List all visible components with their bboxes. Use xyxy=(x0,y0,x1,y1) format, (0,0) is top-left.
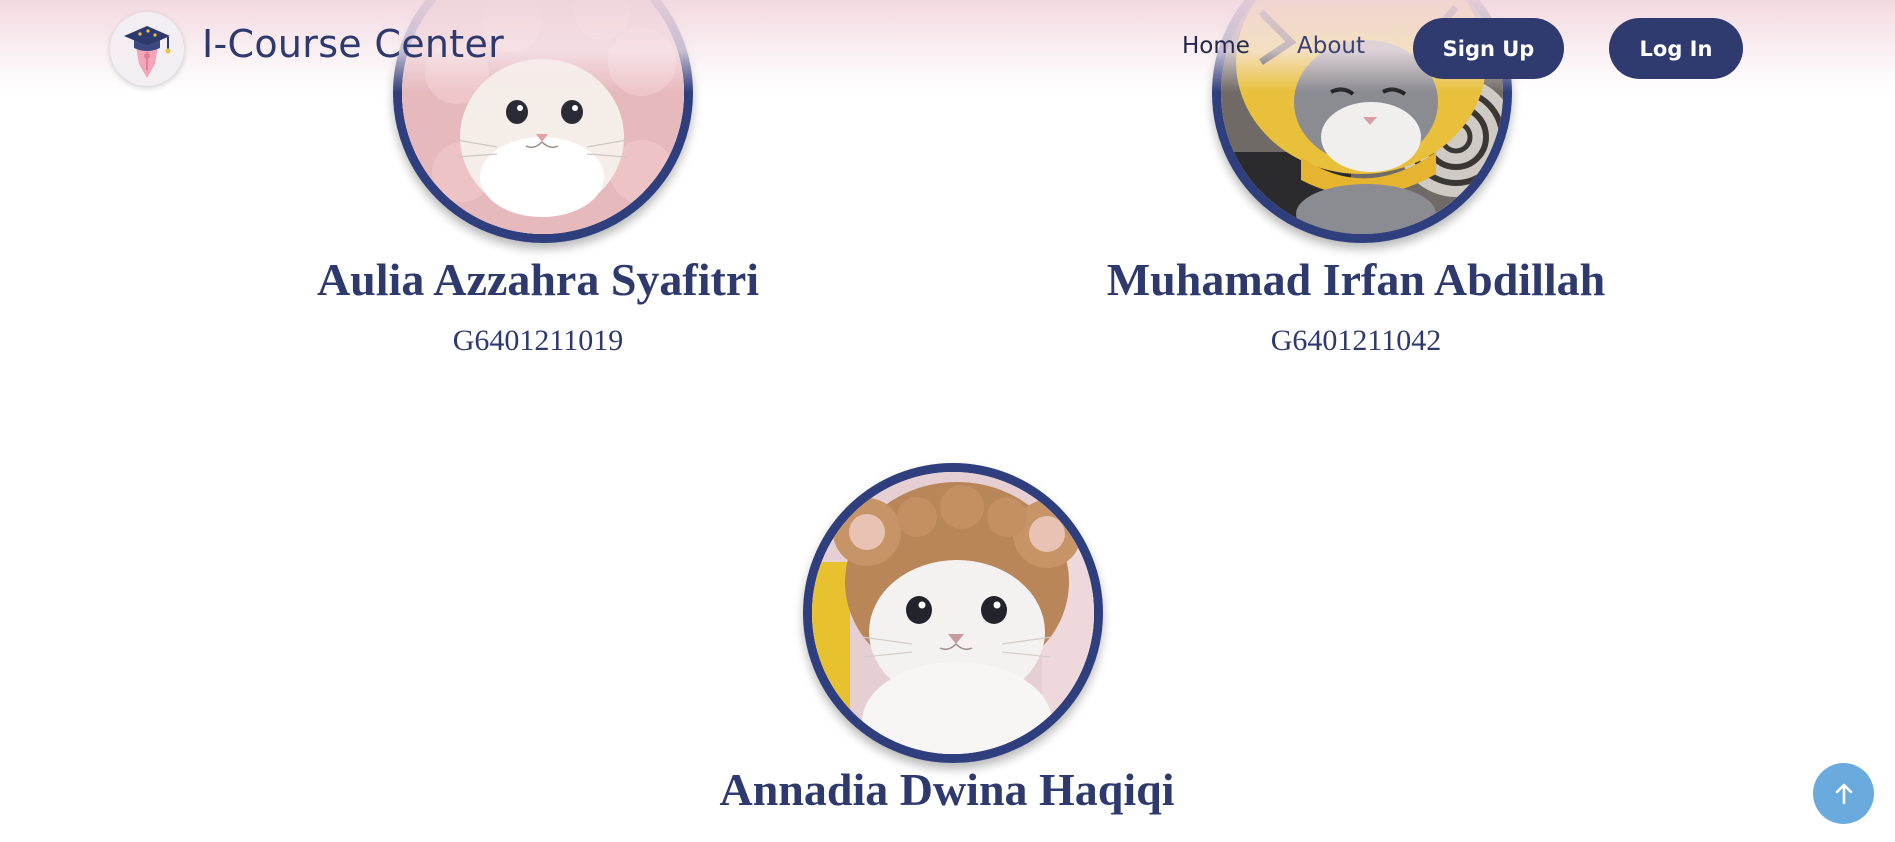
member-photo-annadia xyxy=(803,463,1103,763)
top-navbar: I-Course Center Home About Sign Up Log I… xyxy=(0,0,1895,92)
brand-title[interactable]: I-Course Center xyxy=(202,22,504,66)
nav-link-home[interactable]: Home xyxy=(1182,33,1250,59)
sign-up-label: Sign Up xyxy=(1442,36,1535,61)
member-name: Aulia Azzahra Syafitri xyxy=(316,254,760,305)
member-name: Annadia Dwina Haqiqi xyxy=(719,764,1175,815)
cat-bear-hood-photo xyxy=(812,472,1094,754)
member-student-id: G6401211042 xyxy=(1270,324,1442,357)
scroll-to-top-button[interactable] xyxy=(1813,763,1874,824)
member-name: Muhamad Irfan Abdillah xyxy=(1106,254,1606,305)
log-in-button[interactable]: Log In xyxy=(1609,18,1743,79)
sign-up-button[interactable]: Sign Up xyxy=(1413,18,1564,79)
nav-link-about[interactable]: About xyxy=(1297,33,1365,59)
member-student-id: G6401211019 xyxy=(452,324,624,357)
graduation-pen-logo-icon[interactable] xyxy=(110,12,184,86)
arrow-up-icon xyxy=(1835,783,1852,804)
log-in-label: Log In xyxy=(1639,36,1713,61)
